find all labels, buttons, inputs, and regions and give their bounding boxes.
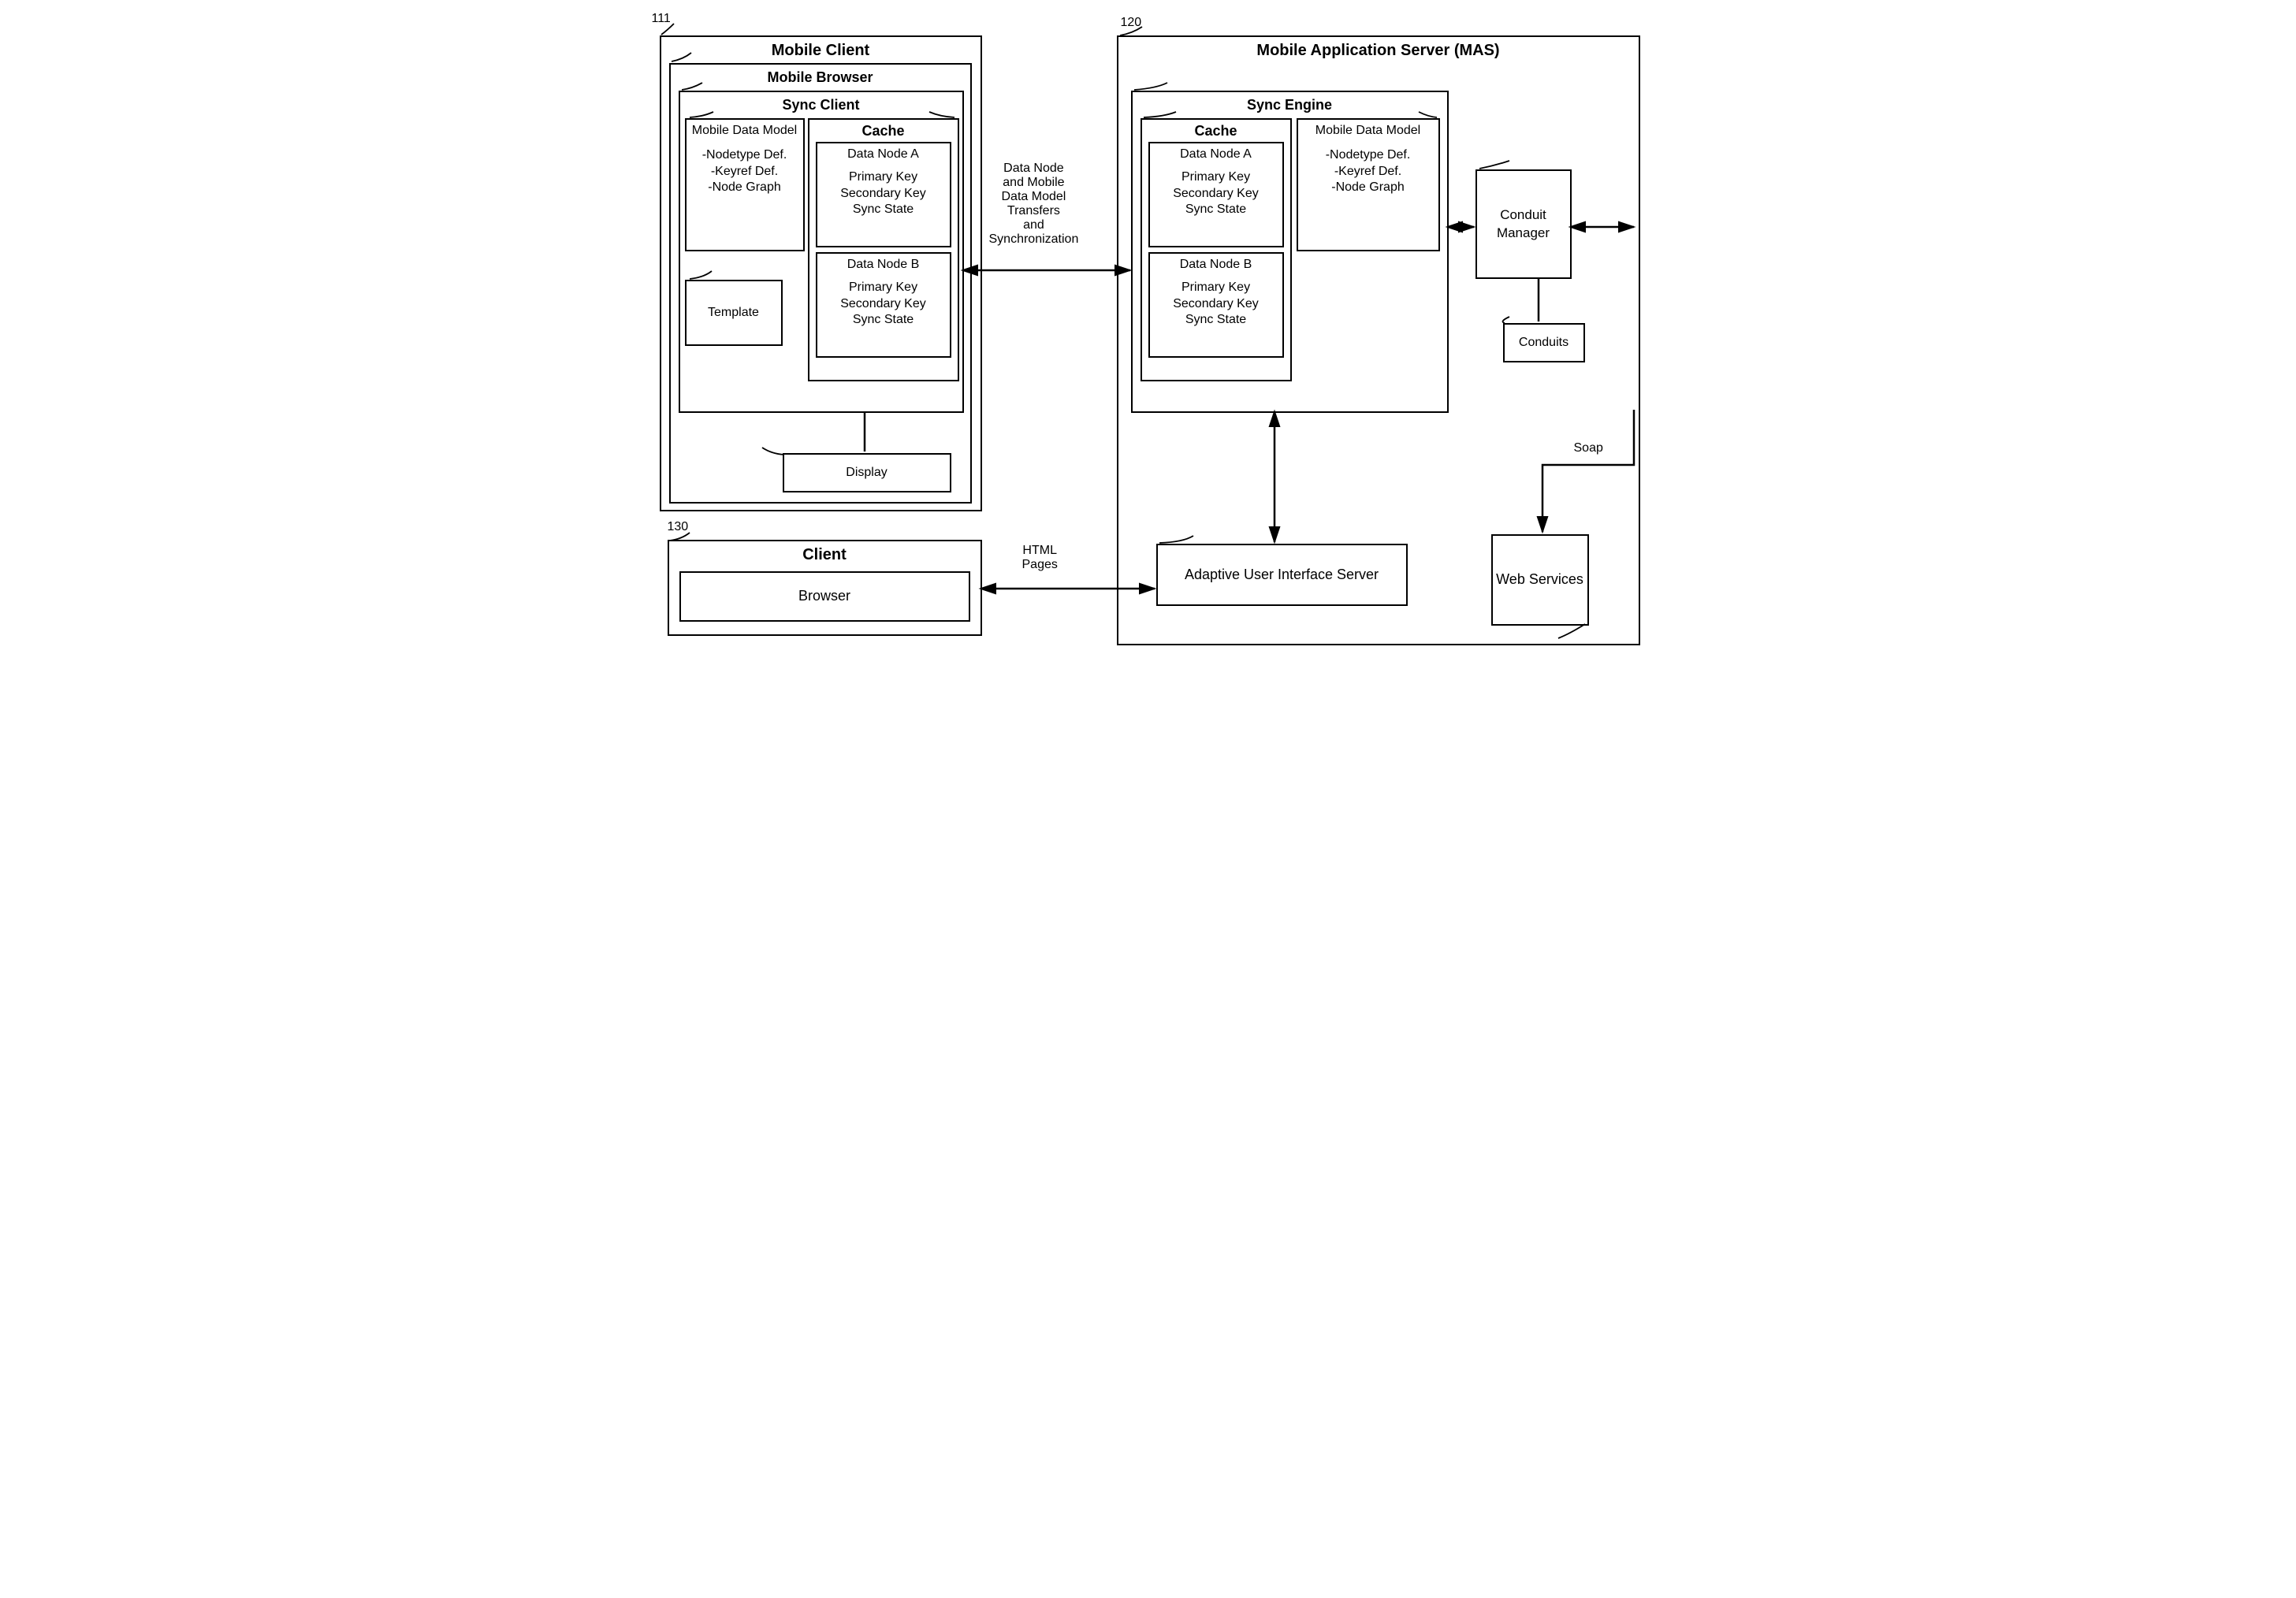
mdm-server-l3: -Node Graph [1298,180,1438,196]
mobile-data-model-server-box: Mobile Data Model -Nodetype Def. -Keyref… [1297,118,1440,251]
mdm-server-title: Mobile Data Model [1298,123,1438,139]
dna-server-l3: Sync State [1150,202,1282,218]
mobile-client-title: Mobile Client [661,42,981,60]
dna-client-l2: Secondary Key [817,186,950,203]
mobile-browser-title: Mobile Browser [671,69,970,86]
ref-120: 120 [1121,16,1142,30]
conduits-title: Conduits [1519,335,1568,351]
dnb-client-l1: Primary Key [817,280,950,296]
aui-server-box: Adaptive User Interface Server [1156,544,1408,606]
dna-client-l1: Primary Key [817,169,950,186]
browser-title: Browser [798,587,850,605]
dnb-client-title: Data Node B [817,257,950,273]
dnb-server-l1: Primary Key [1150,280,1282,296]
dnb-server-l3: Sync State [1150,312,1282,329]
mdm-server-l1: -Nodetype Def. [1298,147,1438,164]
html-pages-label: HTML Pages [1022,544,1058,572]
dnb-server-title: Data Node B [1150,257,1282,273]
data-node-b-client: Data Node B Primary Key Secondary Key Sy… [816,252,951,358]
soap-label: Soap [1574,441,1603,455]
display-title: Display [846,465,887,481]
cache-server-title: Cache [1142,123,1290,139]
dnb-client-l3: Sync State [817,312,950,329]
mdm-client-l3: -Node Graph [687,180,803,196]
data-node-a-server: Data Node A Primary Key Secondary Key Sy… [1148,142,1284,247]
mdm-client-l2: -Keyref Def. [687,164,803,180]
diagram-canvas: 111 110 112 115 113 135 119 130 120 131 … [644,16,1653,725]
mas-title: Mobile Application Server (MAS) [1118,42,1639,60]
web-services-box: Web Services [1491,534,1589,626]
browser-box: Browser [679,571,970,622]
dna-server-title: Data Node A [1150,147,1282,163]
mdm-client-l1: -Nodetype Def. [687,147,803,164]
dna-server-l2: Secondary Key [1150,186,1282,203]
dna-client-l3: Sync State [817,202,950,218]
transfers-label: Data Node and Mobile Data Model Transfer… [989,162,1079,247]
ref-130: 130 [668,520,689,534]
conduits-box: Conduits [1503,323,1585,362]
dnb-client-l2: Secondary Key [817,296,950,313]
mobile-data-model-client-box: Mobile Data Model -Nodetype Def. -Keyref… [685,118,805,251]
dna-client-title: Data Node A [817,147,950,163]
sync-client-title: Sync Client [680,97,962,113]
data-node-b-server: Data Node B Primary Key Secondary Key Sy… [1148,252,1284,358]
mdm-client-title: Mobile Data Model [687,123,803,139]
template-title: Template [708,305,759,321]
sync-engine-title: Sync Engine [1133,97,1447,113]
display-box: Display [783,453,951,492]
mdm-server-l2: -Keyref Def. [1298,164,1438,180]
conduit-manager-box: Conduit Manager [1475,169,1572,279]
aui-server-title: Adaptive User Interface Server [1185,566,1379,584]
dna-server-l1: Primary Key [1150,169,1282,186]
data-node-a-client: Data Node A Primary Key Secondary Key Sy… [816,142,951,247]
ref-111: 111 [652,12,671,26]
web-services-title: Web Services [1496,570,1583,589]
cache-client-title: Cache [809,123,958,139]
client-title: Client [669,546,981,564]
template-box: Template [685,280,783,346]
dnb-server-l2: Secondary Key [1150,296,1282,313]
conduit-manager-title: Conduit Manager [1477,206,1570,241]
